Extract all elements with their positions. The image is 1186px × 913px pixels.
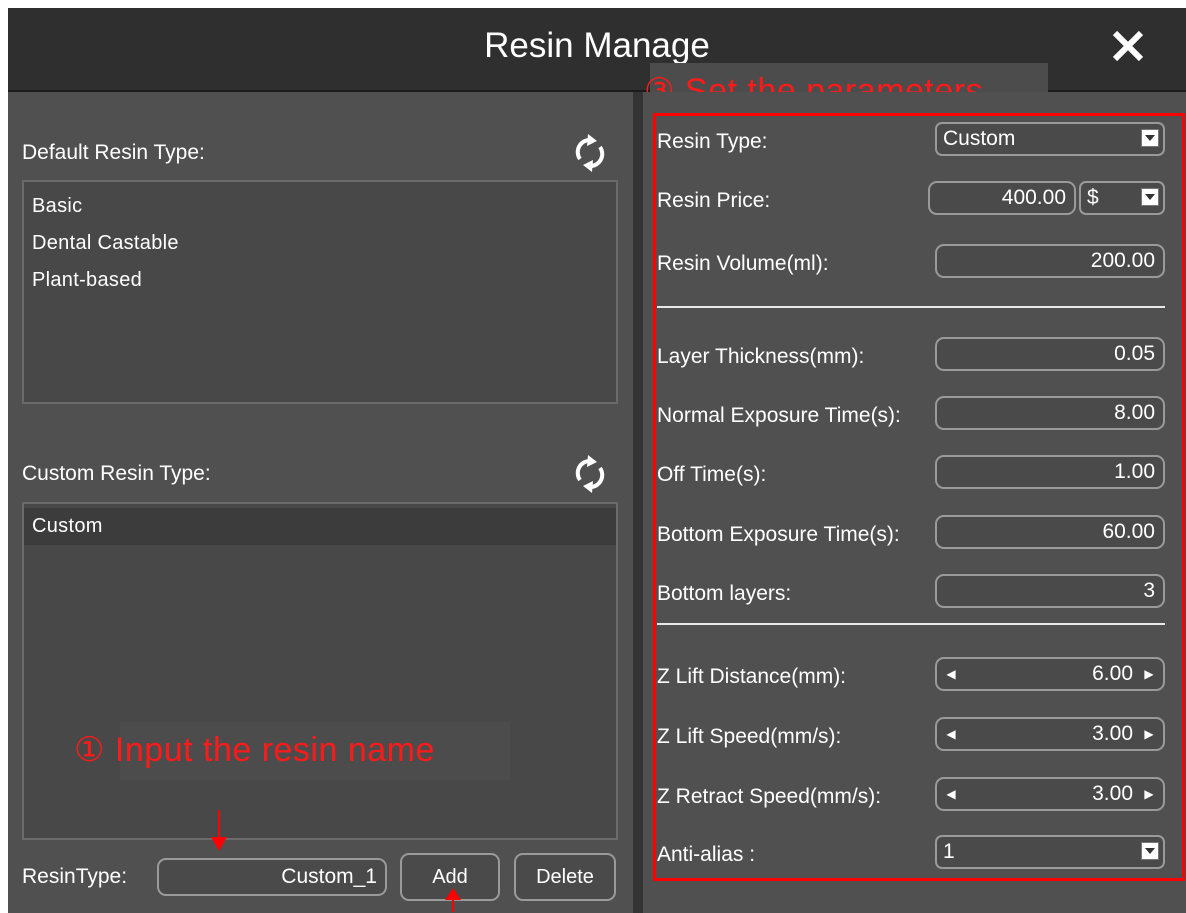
list-item[interactable]: Basic <box>24 188 616 225</box>
currency-value: $ <box>1087 186 1099 209</box>
layer-thickness-label: Layer Thickness(mm): <box>657 345 865 368</box>
delete-button[interactable]: Delete <box>514 853 616 901</box>
normal-exposure-label: Normal Exposure Time(s): <box>657 404 901 427</box>
increment-icon[interactable]: ▶ <box>1139 719 1159 749</box>
decrement-icon[interactable]: ◀ <box>941 779 961 809</box>
z-retract-speed-label: Z Retract Speed(mm/s): <box>657 785 882 808</box>
refresh-icon[interactable] <box>573 455 607 493</box>
custom-resin-list[interactable]: Custom <box>22 502 618 840</box>
list-item[interactable]: Dental Castable <box>24 225 616 262</box>
resin-price-input[interactable]: 400.00 <box>928 181 1076 215</box>
parameters-panel: Resin Type: Custom Resin Price: 400.00 $… <box>643 92 1186 913</box>
decrement-icon[interactable]: ◀ <box>941 659 961 689</box>
currency-dropdown[interactable]: $ <box>1079 181 1165 215</box>
bottom-layers-label: Bottom layers: <box>657 582 792 605</box>
resin-volume-input[interactable]: 200.00 <box>935 244 1165 278</box>
z-retract-speed-spinbox[interactable]: ◀ 3.00 ▶ <box>935 777 1165 811</box>
separator <box>657 623 1165 625</box>
z-lift-distance-value: 6.00 <box>1092 662 1133 685</box>
z-retract-speed-value: 3.00 <box>1092 782 1133 805</box>
resin-name-input[interactable]: Custom_1 <box>157 858 387 896</box>
anti-alias-dropdown[interactable]: 1 <box>935 835 1165 869</box>
refresh-icon[interactable] <box>573 134 607 172</box>
layer-thickness-input[interactable]: 0.05 <box>935 337 1165 371</box>
panel-divider <box>633 92 643 913</box>
z-lift-speed-value: 3.00 <box>1092 722 1133 745</box>
off-time-input[interactable]: 1.00 <box>935 455 1165 489</box>
chevron-down-icon <box>1141 842 1159 860</box>
resin-volume-label: Resin Volume(ml): <box>657 252 829 275</box>
anti-alias-label: Anti-alias : <box>657 843 756 866</box>
resin-type-label: ResinType: <box>22 865 128 888</box>
separator <box>657 306 1165 308</box>
annotation-highlight-box <box>653 113 1185 881</box>
z-lift-distance-spinbox[interactable]: ◀ 6.00 ▶ <box>935 657 1165 691</box>
bottom-layers-input[interactable]: 3 <box>935 574 1165 608</box>
resin-type-value: Custom <box>943 127 1016 150</box>
annotation-step-1: ① Input the resin name <box>74 731 435 769</box>
default-resin-list[interactable]: Basic Dental Castable Plant-based <box>22 180 618 404</box>
decrement-icon[interactable]: ◀ <box>941 719 961 749</box>
z-lift-speed-label: Z Lift Speed(mm/s): <box>657 725 842 748</box>
chevron-down-icon <box>1141 129 1159 147</box>
bottom-exposure-input[interactable]: 60.00 <box>935 515 1165 549</box>
arrow-up-icon <box>445 888 461 912</box>
dialog-title: Resin Manage <box>484 26 710 65</box>
resin-list-panel: Default Resin Type: Basic Dental Castabl… <box>8 92 633 913</box>
resin-manage-dialog: Resin Manage Default Resin Type: Basic D… <box>8 8 1186 913</box>
increment-icon[interactable]: ▶ <box>1139 779 1159 809</box>
default-resin-type-label: Default Resin Type: <box>22 141 205 164</box>
arrow-down-icon <box>211 837 227 851</box>
normal-exposure-input[interactable]: 8.00 <box>935 396 1165 430</box>
anti-alias-value: 1 <box>943 840 955 863</box>
z-lift-speed-spinbox[interactable]: ◀ 3.00 ▶ <box>935 717 1165 751</box>
close-icon[interactable] <box>1106 24 1150 68</box>
annotation-arrow <box>218 810 220 840</box>
increment-icon[interactable]: ▶ <box>1139 659 1159 689</box>
resin-type-dropdown[interactable]: Custom <box>935 122 1165 156</box>
resin-price-label: Resin Price: <box>657 189 771 212</box>
off-time-label: Off Time(s): <box>657 463 767 486</box>
custom-resin-type-label: Custom Resin Type: <box>22 462 211 485</box>
resin-type-param-label: Resin Type: <box>657 130 768 153</box>
chevron-down-icon <box>1141 188 1159 206</box>
bottom-exposure-label: Bottom Exposure Time(s): <box>657 523 900 546</box>
z-lift-distance-label: Z Lift Distance(mm): <box>657 665 847 688</box>
list-item[interactable]: Plant-based <box>24 262 616 299</box>
list-item[interactable]: Custom <box>24 508 616 545</box>
